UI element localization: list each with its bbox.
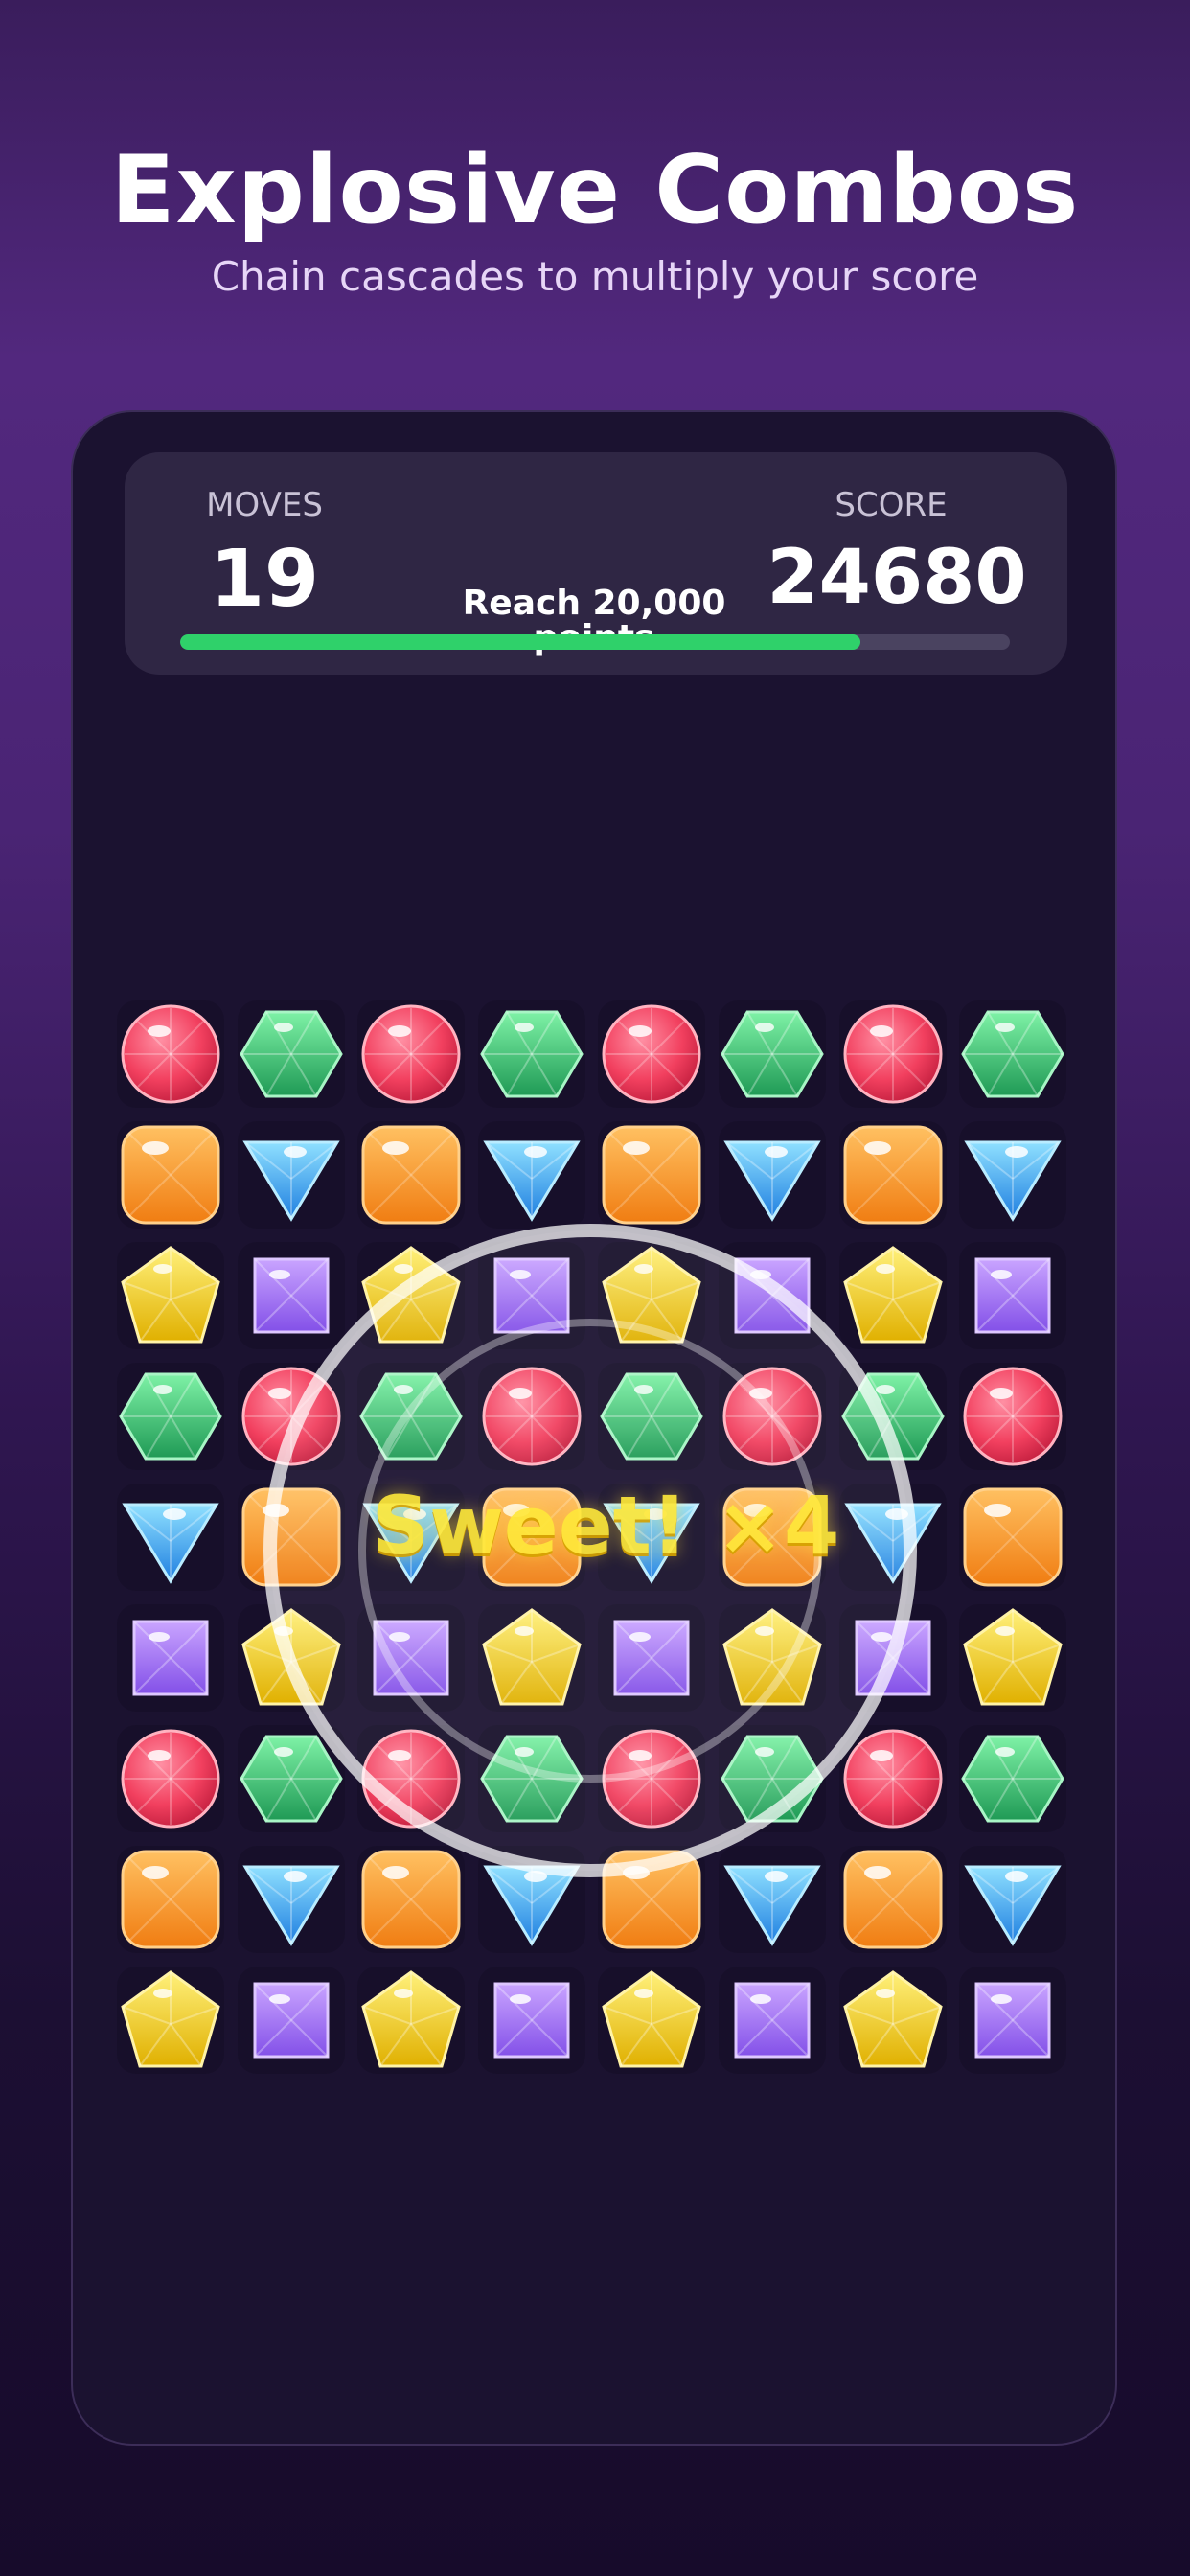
green-hexagon-gem[interactable]: [598, 1363, 705, 1470]
green-hexagon-gem[interactable]: [719, 1725, 826, 1832]
yellow-pentagon-gem[interactable]: [357, 1242, 465, 1349]
red-circle-gem[interactable]: [719, 1363, 826, 1470]
green-hexagon-gem[interactable]: [478, 1725, 585, 1832]
orange-square-gem[interactable]: [839, 1121, 947, 1229]
yellow-pentagon-gem[interactable]: [719, 1604, 826, 1712]
yellow-pentagon-gem[interactable]: [839, 1966, 947, 2074]
red-circle-gem[interactable]: [357, 1000, 465, 1108]
yellow-pentagon-gem[interactable]: [117, 1966, 224, 2074]
green-hexagon-gem[interactable]: [959, 1725, 1066, 1832]
hero-title: Explosive Combos: [110, 136, 1080, 245]
purple-square-gem[interactable]: [478, 1242, 585, 1349]
red-circle-gem[interactable]: [357, 1725, 465, 1832]
purple-square-gem[interactable]: [959, 1242, 1066, 1349]
hero-subtitle: Chain cascades to multiply your score: [211, 253, 979, 300]
moves-value: 19: [209, 534, 320, 625]
green-hexagon-gem[interactable]: [959, 1000, 1066, 1108]
yellow-pentagon-gem[interactable]: [959, 1604, 1066, 1712]
orange-square-gem[interactable]: [357, 1121, 465, 1229]
green-hexagon-gem[interactable]: [357, 1363, 465, 1470]
orange-square-gem[interactable]: [598, 1846, 705, 1953]
blue-triangle-gem[interactable]: [478, 1121, 585, 1229]
yellow-pentagon-gem[interactable]: [839, 1242, 947, 1349]
purple-square-gem[interactable]: [117, 1604, 224, 1712]
green-hexagon-gem[interactable]: [719, 1000, 826, 1108]
orange-square-gem[interactable]: [117, 1121, 224, 1229]
combo-popup-text: Sweet! ×4: [371, 1479, 840, 1573]
purple-square-gem[interactable]: [598, 1604, 705, 1712]
goal-progress-fill: [180, 634, 861, 650]
red-circle-gem[interactable]: [117, 1725, 224, 1832]
purple-square-gem[interactable]: [719, 1966, 826, 2074]
moves-label: MOVES: [206, 486, 323, 524]
purple-square-gem[interactable]: [357, 1604, 465, 1712]
red-circle-gem[interactable]: [598, 1725, 705, 1832]
orange-square-gem[interactable]: [959, 1484, 1066, 1591]
blue-triangle-gem[interactable]: [959, 1121, 1066, 1229]
blue-triangle-gem[interactable]: [238, 1121, 345, 1229]
yellow-pentagon-gem[interactable]: [478, 1604, 585, 1712]
red-circle-gem[interactable]: [478, 1363, 585, 1470]
red-circle-gem[interactable]: [839, 1725, 947, 1832]
orange-square-gem[interactable]: [357, 1846, 465, 1953]
yellow-pentagon-gem[interactable]: [357, 1966, 465, 2074]
purple-square-gem[interactable]: [478, 1966, 585, 2074]
red-circle-gem[interactable]: [238, 1363, 345, 1470]
blue-triangle-gem[interactable]: [238, 1846, 345, 1953]
blue-triangle-gem[interactable]: [478, 1846, 585, 1953]
yellow-pentagon-gem[interactable]: [598, 1242, 705, 1349]
blue-triangle-gem[interactable]: [117, 1484, 224, 1591]
hud-panel: MOVES 19 Reach 20,000 points SCORE 24680: [125, 452, 1067, 675]
orange-square-gem[interactable]: [117, 1846, 224, 1953]
purple-square-gem[interactable]: [959, 1966, 1066, 2074]
purple-square-gem[interactable]: [839, 1604, 947, 1712]
green-hexagon-gem[interactable]: [478, 1000, 585, 1108]
green-hexagon-gem[interactable]: [238, 1000, 345, 1108]
purple-square-gem[interactable]: [238, 1966, 345, 2074]
red-circle-gem[interactable]: [117, 1000, 224, 1108]
red-circle-gem[interactable]: [839, 1000, 947, 1108]
red-circle-gem[interactable]: [959, 1363, 1066, 1470]
green-hexagon-gem[interactable]: [117, 1363, 224, 1470]
blue-triangle-gem[interactable]: [959, 1846, 1066, 1953]
red-circle-gem[interactable]: [598, 1000, 705, 1108]
yellow-pentagon-gem[interactable]: [598, 1966, 705, 2074]
goal-progress-bar: [180, 634, 1010, 650]
blue-triangle-gem[interactable]: [719, 1846, 826, 1953]
yellow-pentagon-gem[interactable]: [117, 1242, 224, 1349]
purple-square-gem[interactable]: [238, 1242, 345, 1349]
green-hexagon-gem[interactable]: [839, 1363, 947, 1470]
score-label: SCORE: [835, 486, 948, 524]
blue-triangle-gem[interactable]: [719, 1121, 826, 1229]
yellow-pentagon-gem[interactable]: [238, 1604, 345, 1712]
game-card: MOVES 19 Reach 20,000 points SCORE 24680: [71, 410, 1117, 2446]
orange-square-gem[interactable]: [598, 1121, 705, 1229]
orange-square-gem[interactable]: [839, 1846, 947, 1953]
score-value: 24680: [767, 535, 1027, 621]
purple-square-gem[interactable]: [719, 1242, 826, 1349]
green-hexagon-gem[interactable]: [238, 1725, 345, 1832]
